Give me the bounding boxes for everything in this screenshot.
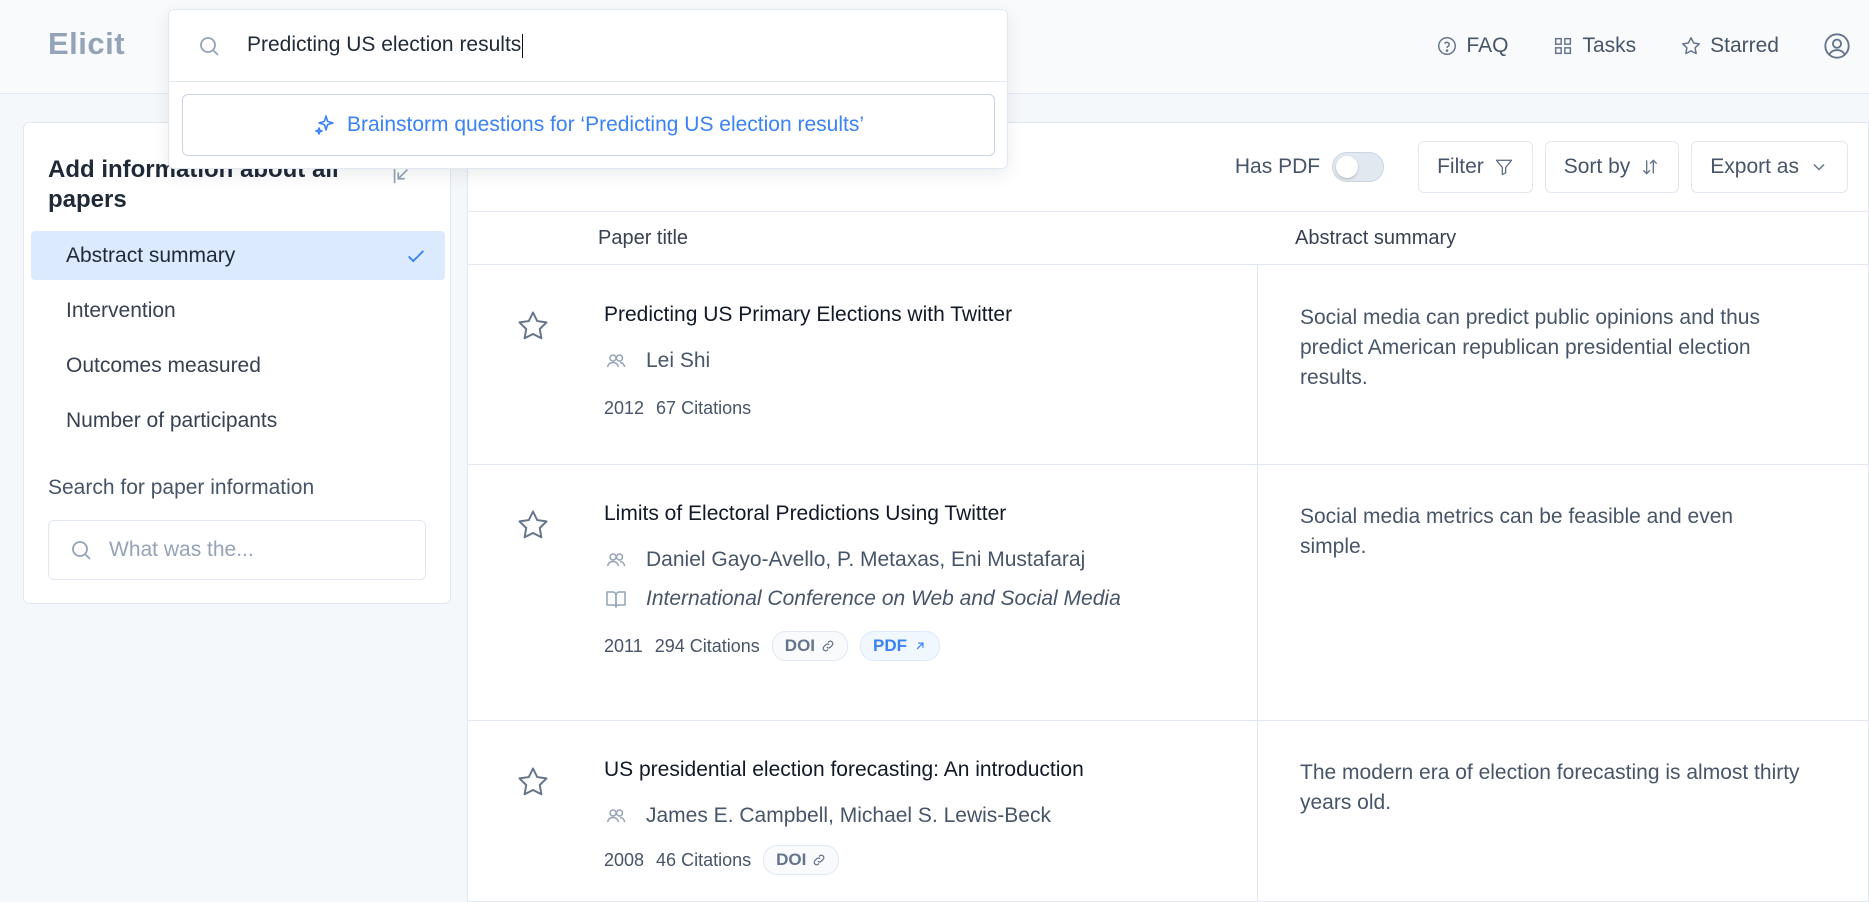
abstract-summary-cell: The modern era of election forecasting i… (1300, 758, 1800, 818)
book-icon (604, 587, 628, 611)
paper-citations: 294 Citations (655, 636, 760, 657)
brainstorm-questions-button[interactable]: Brainstorm questions for ‘Predicting US … (182, 94, 995, 156)
funnel-icon (1494, 157, 1514, 177)
column-option-outcomes-measured[interactable]: Outcomes measured (31, 341, 445, 390)
paper-info-search-input[interactable] (109, 538, 409, 562)
column-divider (1257, 465, 1258, 720)
authors-text: Daniel Gayo-Avello, P. Metaxas, Eni Must… (646, 548, 1085, 572)
brainstorm-label: Brainstorm questions for ‘Predicting US … (347, 113, 864, 137)
has-pdf-filter: Has PDF (1235, 152, 1384, 182)
column-divider (1257, 721, 1258, 902)
star-icon[interactable] (515, 308, 551, 344)
nav-tasks-label: Tasks (1582, 34, 1636, 58)
column-option-label: Number of participants (66, 409, 277, 433)
export-button[interactable]: Export as (1691, 141, 1848, 193)
external-arrow-icon (913, 639, 927, 653)
search-icon (197, 34, 221, 58)
question-circle-icon (1436, 35, 1458, 57)
paper-year: 2012 (604, 398, 644, 419)
link-icon (812, 853, 826, 867)
paper-stats: 2011 294 Citations DOI PDF (604, 631, 940, 661)
venue-text: International Conference on Web and Soci… (646, 587, 1121, 611)
column-option-label: Intervention (66, 299, 176, 323)
top-nav: FAQ Tasks Starred (1436, 30, 1869, 62)
star-icon[interactable] (515, 764, 551, 800)
filter-label: Filter (1437, 155, 1484, 179)
sort-label: Sort by (1564, 155, 1631, 179)
nav-tasks[interactable]: Tasks (1552, 34, 1636, 58)
chevron-down-icon (1809, 157, 1829, 177)
pdf-badge[interactable]: PDF (860, 631, 940, 661)
column-option-abstract-summary[interactable]: Abstract summary (31, 231, 445, 280)
account-button[interactable] (1823, 32, 1851, 60)
search-dropdown: Predicting US election results Brainstor… (168, 9, 1008, 169)
column-option-number-of-participants[interactable]: Number of participants (31, 396, 445, 445)
authors-text: James E. Campbell, Michael S. Lewis-Beck (646, 804, 1051, 828)
sparkle-icon (313, 113, 337, 137)
column-option-intervention[interactable]: Intervention (31, 286, 445, 335)
star-icon (1680, 35, 1702, 57)
doi-label: DOI (776, 850, 806, 870)
paper-title[interactable]: Predicting US Primary Elections with Twi… (604, 303, 1012, 327)
abstract-summary-cell: Social media can predict public opinions… (1300, 303, 1800, 393)
table-row: Limits of Electoral Predictions Using Tw… (468, 465, 1869, 721)
search-icon (69, 538, 93, 562)
table-row: Predicting US Primary Elections with Twi… (468, 265, 1869, 465)
column-header-paper-title[interactable]: Paper title (598, 227, 688, 250)
text-cursor (522, 34, 523, 58)
search-input[interactable]: Predicting US election results (247, 33, 523, 57)
filter-button[interactable]: Filter (1418, 141, 1533, 193)
paper-citations: 67 Citations (656, 398, 751, 419)
paper-citations: 46 Citations (656, 850, 751, 871)
pdf-label: PDF (873, 636, 907, 656)
user-circle-icon (1823, 32, 1851, 60)
paper-title[interactable]: US presidential election forecasting: An… (604, 758, 1084, 782)
results-toolbar: Has PDF Filter Sort by Export as (1235, 141, 1848, 193)
grid-icon (1552, 35, 1574, 57)
column-divider (1257, 265, 1258, 464)
nav-starred-label: Starred (1710, 34, 1779, 58)
paper-year: 2011 (604, 636, 643, 657)
table-header: Paper title Abstract summary (468, 211, 1869, 265)
elicit-logo[interactable]: Elicit (48, 26, 125, 62)
paper-authors: Daniel Gayo-Avello, P. Metaxas, Eni Must… (604, 548, 1085, 572)
column-option-label: Outcomes measured (66, 354, 261, 378)
search-paper-info-label: Search for paper information (48, 476, 314, 500)
sort-button[interactable]: Sort by (1545, 141, 1680, 193)
users-icon (604, 548, 628, 572)
column-option-label: Abstract summary (66, 244, 235, 268)
users-icon (604, 349, 628, 373)
link-icon (821, 639, 835, 653)
column-header-abstract-summary[interactable]: Abstract summary (1295, 227, 1456, 250)
paper-venue: International Conference on Web and Soci… (604, 587, 1121, 611)
doi-label: DOI (785, 636, 815, 656)
check-icon (405, 245, 427, 267)
search-input-text: Predicting US election results (247, 33, 521, 56)
paper-stats: 2008 46 Citations DOI (604, 845, 839, 875)
sort-arrows-icon (1640, 157, 1660, 177)
doi-badge[interactable]: DOI (772, 631, 848, 661)
nav-faq-label: FAQ (1466, 34, 1508, 58)
paper-info-search[interactable] (48, 520, 426, 580)
has-pdf-label: Has PDF (1235, 155, 1320, 179)
nav-faq[interactable]: FAQ (1436, 34, 1508, 58)
doi-badge[interactable]: DOI (763, 845, 839, 875)
paper-stats: 2012 67 Citations (604, 398, 751, 419)
search-bar[interactable]: Predicting US election results (169, 10, 1007, 82)
export-label: Export as (1710, 155, 1799, 179)
paper-year: 2008 (604, 850, 644, 871)
star-icon[interactable] (515, 507, 551, 543)
column-list: Abstract summary Intervention Outcomes m… (31, 231, 445, 451)
paper-authors: James E. Campbell, Michael S. Lewis-Beck (604, 804, 1051, 828)
results-panel: Has PDF Filter Sort by Export as Paper t… (467, 122, 1869, 902)
table-row: US presidential election forecasting: An… (468, 721, 1869, 902)
paper-title[interactable]: Limits of Electoral Predictions Using Tw… (604, 502, 1006, 526)
has-pdf-toggle[interactable] (1332, 152, 1384, 182)
column-panel: Add information about all papers Abstrac… (23, 122, 451, 604)
users-icon (604, 804, 628, 828)
authors-text: Lei Shi (646, 349, 710, 373)
abstract-summary-cell: Social media metrics can be feasible and… (1300, 502, 1800, 562)
paper-authors: Lei Shi (604, 349, 710, 373)
nav-starred[interactable]: Starred (1680, 34, 1779, 58)
